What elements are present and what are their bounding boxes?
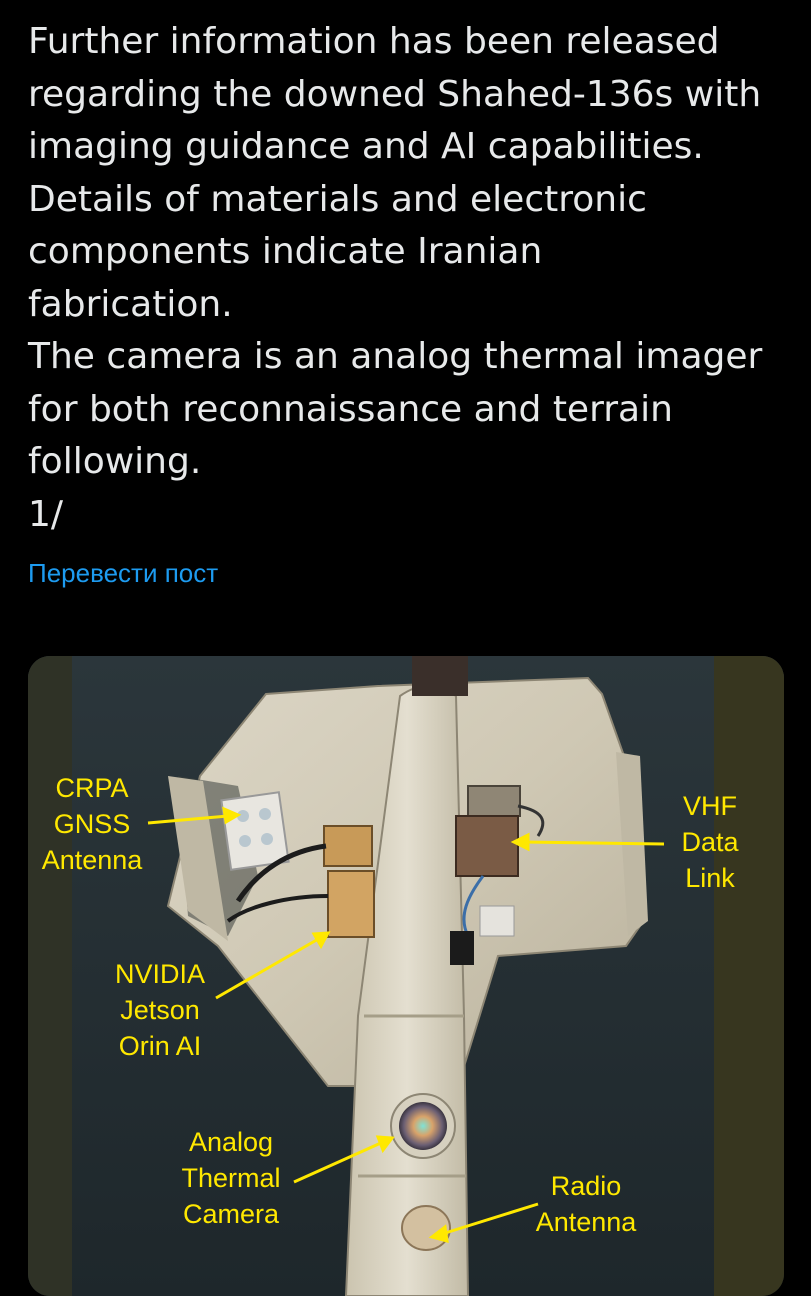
post-text-line: regarding the downed Shahed-136s with	[28, 73, 762, 115]
label-analog-thermal-camera: Analog Thermal Camera	[168, 1124, 294, 1232]
post-text-line: following.	[28, 441, 202, 482]
label-line: GNSS	[53, 809, 131, 839]
post-text-line: Further information has been released	[28, 21, 720, 62]
vhf-module	[455, 815, 519, 877]
crpa-antenna-plate	[220, 791, 290, 871]
label-nvidia-jetson: NVIDIA Jetson Orin AI	[104, 956, 216, 1064]
label-line: Link	[685, 863, 735, 893]
antenna-element	[259, 808, 271, 820]
translate-post-link[interactable]: Перевести пост	[28, 558, 218, 589]
post-text-line: for both reconnaissance and terrain	[28, 388, 673, 430]
post-text-line: components indicate Iranian	[28, 231, 543, 272]
label-line: VHF	[683, 791, 737, 821]
antenna-element	[239, 835, 251, 847]
label-line: Analog	[188, 1127, 274, 1157]
post-image[interactable]: CRPA GNSS Antenna VHF Data Link NVIDIA J…	[28, 656, 784, 1296]
label-line: Antenna	[41, 845, 143, 875]
label-line: Orin AI	[118, 1031, 202, 1061]
label-line: Radio	[550, 1171, 622, 1201]
label-line: CRPA	[55, 773, 129, 803]
vhf-module-top	[467, 785, 521, 817]
post-text: Further information has been released re…	[28, 16, 798, 541]
jetson-heatsink-1	[323, 825, 373, 867]
thermal-camera-lens	[399, 1102, 447, 1150]
label-line: Antenna	[535, 1207, 637, 1237]
label-crpa-gnss-antenna: CRPA GNSS Antenna	[32, 770, 152, 878]
post-text-line: fabrication.	[28, 283, 233, 325]
engine-mount	[412, 656, 468, 696]
label-radio-antenna: Radio Antenna	[524, 1168, 648, 1240]
post-text-line: 1/	[28, 493, 64, 535]
small-module	[450, 931, 474, 965]
post-text-line: imaging guidance and AI capabilities.	[28, 126, 704, 167]
left-edge-band	[28, 656, 72, 1296]
label-line: Jetson	[120, 995, 200, 1025]
label-line: Data	[681, 827, 739, 857]
jetson-heatsink-2	[327, 870, 375, 938]
label-line: NVIDIA	[114, 959, 206, 989]
arrow-vhf	[523, 840, 665, 846]
small-board	[479, 905, 515, 937]
right-edge-band	[714, 656, 784, 1296]
label-line: Camera	[182, 1199, 280, 1229]
label-vhf-data-link: VHF Data Link	[664, 788, 756, 896]
post-text-line: The camera is an analog thermal imager	[28, 336, 763, 377]
antenna-element	[261, 833, 273, 845]
post-text-line: Details of materials and electronic	[28, 178, 647, 220]
label-line: Thermal	[181, 1163, 281, 1193]
